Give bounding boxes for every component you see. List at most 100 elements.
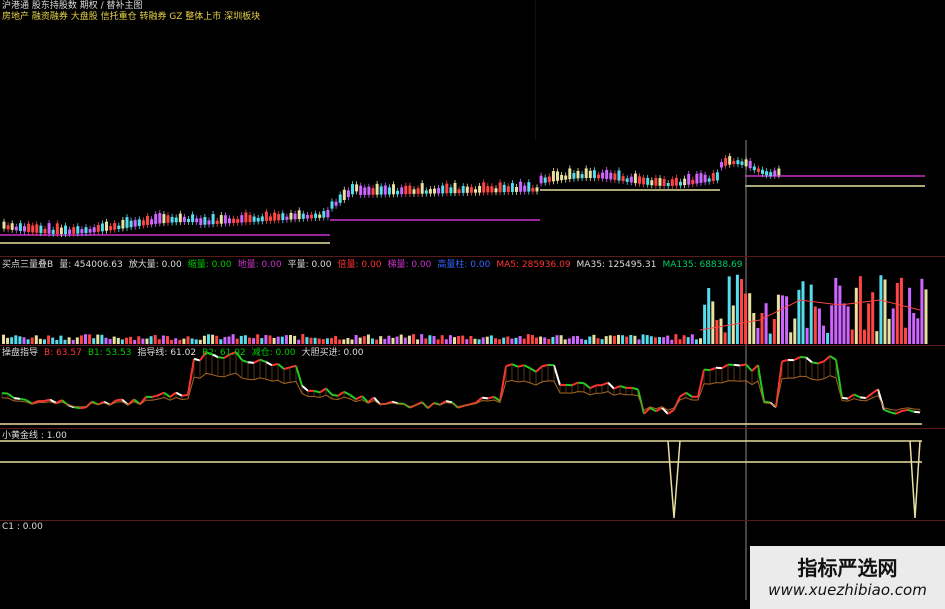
separator-indicator-signal bbox=[0, 428, 945, 429]
candle-body bbox=[687, 173, 691, 185]
indicator-line-segment bbox=[349, 394, 357, 401]
volume-bar bbox=[47, 335, 51, 344]
volume-bar bbox=[342, 339, 346, 344]
candle-body bbox=[27, 223, 31, 232]
volume-bar bbox=[617, 334, 620, 344]
candle-body bbox=[2, 221, 6, 229]
candle-body bbox=[408, 185, 412, 195]
candle-body bbox=[621, 176, 625, 182]
volume-bar bbox=[629, 334, 633, 344]
volume-legend: 买点三量叠B 量: 454006.63 放大量: 0.00 缩量: 0.00 地量: 0… bbox=[2, 260, 748, 271]
volume-bar bbox=[924, 289, 928, 344]
candle-body bbox=[330, 201, 334, 209]
indicator-line-segment bbox=[7, 392, 15, 399]
candle-body bbox=[236, 219, 240, 223]
volume-bar bbox=[571, 336, 575, 344]
volume-bar bbox=[280, 336, 284, 344]
volume-bar bbox=[399, 334, 403, 344]
indicator-line-segment bbox=[325, 387, 333, 396]
volume-bar bbox=[465, 339, 469, 344]
volume-bar bbox=[239, 335, 243, 344]
candle-body bbox=[314, 213, 318, 219]
volume-bar bbox=[608, 335, 612, 344]
candle-body bbox=[588, 170, 592, 179]
indicator-line-segment bbox=[487, 395, 495, 400]
candle-body bbox=[506, 186, 510, 193]
indicator-line-segment bbox=[253, 358, 261, 364]
candle-body bbox=[248, 215, 252, 222]
indicator-line-segment bbox=[319, 387, 327, 394]
volume-bar bbox=[703, 304, 707, 344]
indicator-line-segment bbox=[481, 396, 489, 400]
volume-bar bbox=[809, 284, 813, 344]
volume-bar bbox=[596, 338, 600, 344]
indicator-line-segment bbox=[277, 363, 285, 370]
candle-body bbox=[437, 187, 441, 194]
volume-bar bbox=[51, 337, 55, 344]
volume-bar bbox=[395, 336, 399, 344]
volume-bar bbox=[338, 339, 342, 344]
volume_panel-item: 平量: 0.00 bbox=[287, 260, 332, 270]
volume-bar bbox=[317, 338, 321, 344]
volume-bar bbox=[55, 339, 59, 344]
candle-body bbox=[182, 216, 186, 223]
volume_panel-item: 买点三量叠B bbox=[2, 260, 54, 270]
volume-bar bbox=[600, 339, 604, 344]
candle-body bbox=[433, 188, 436, 194]
indicator-line-segment bbox=[535, 365, 543, 373]
volume-bar bbox=[182, 338, 186, 344]
indicator-line-segment bbox=[115, 398, 123, 402]
candle-body bbox=[43, 229, 47, 234]
candle-body bbox=[96, 225, 100, 232]
volume-bar bbox=[723, 332, 727, 344]
indicator-line-segment bbox=[313, 389, 321, 394]
volume-bar bbox=[592, 334, 596, 344]
volume-bar bbox=[912, 312, 916, 344]
indicator-line-segment bbox=[811, 361, 819, 365]
candle-body bbox=[125, 217, 129, 228]
indicator_panel-item: 操盘指导 bbox=[2, 348, 39, 358]
separator-signal-bottom bbox=[0, 520, 945, 521]
indicator_panel-item: 指导线: 61.02 bbox=[137, 348, 197, 358]
candle-body bbox=[154, 214, 158, 224]
volume-bar bbox=[125, 337, 128, 344]
candle-body bbox=[486, 186, 490, 193]
candle-body bbox=[592, 170, 596, 179]
candle-body bbox=[752, 166, 756, 171]
volume_panel-item: 量: 454006.63 bbox=[59, 260, 123, 270]
candle-body bbox=[539, 175, 543, 184]
candle-body bbox=[47, 223, 51, 234]
candle-body bbox=[387, 187, 391, 195]
volume-bar bbox=[141, 338, 145, 344]
candle-body bbox=[699, 173, 703, 183]
volume-bar bbox=[891, 308, 895, 344]
volume-bar bbox=[563, 339, 567, 344]
volume-bar bbox=[92, 338, 96, 344]
volume-bar bbox=[444, 339, 448, 344]
volume-bar bbox=[772, 319, 776, 344]
indicator-line-segment bbox=[763, 400, 771, 404]
volume-bar bbox=[248, 337, 251, 344]
indicator-line-segment bbox=[835, 359, 843, 398]
volume-bar bbox=[120, 339, 124, 344]
volume-bar bbox=[424, 338, 428, 344]
candle-body bbox=[740, 161, 744, 165]
volume-bar bbox=[305, 337, 309, 344]
indicator-line-segment bbox=[445, 400, 453, 404]
volume-bar bbox=[284, 335, 288, 344]
volume-bar bbox=[440, 335, 444, 344]
indicator-line-segment bbox=[751, 364, 759, 372]
candle-body bbox=[605, 169, 609, 179]
indicator-line-segment bbox=[619, 385, 627, 389]
candle-body bbox=[523, 185, 527, 192]
indicator-line-segment bbox=[577, 381, 585, 385]
indicator-line-segment bbox=[73, 406, 81, 410]
candle-body bbox=[100, 223, 104, 232]
volume-bar bbox=[612, 335, 616, 344]
candle-body bbox=[642, 177, 646, 185]
volume-bar bbox=[580, 338, 584, 344]
volume-bar bbox=[198, 339, 202, 344]
volume-bar bbox=[190, 338, 194, 344]
volume-bar bbox=[79, 335, 83, 344]
indicator-line-segment bbox=[841, 396, 849, 400]
